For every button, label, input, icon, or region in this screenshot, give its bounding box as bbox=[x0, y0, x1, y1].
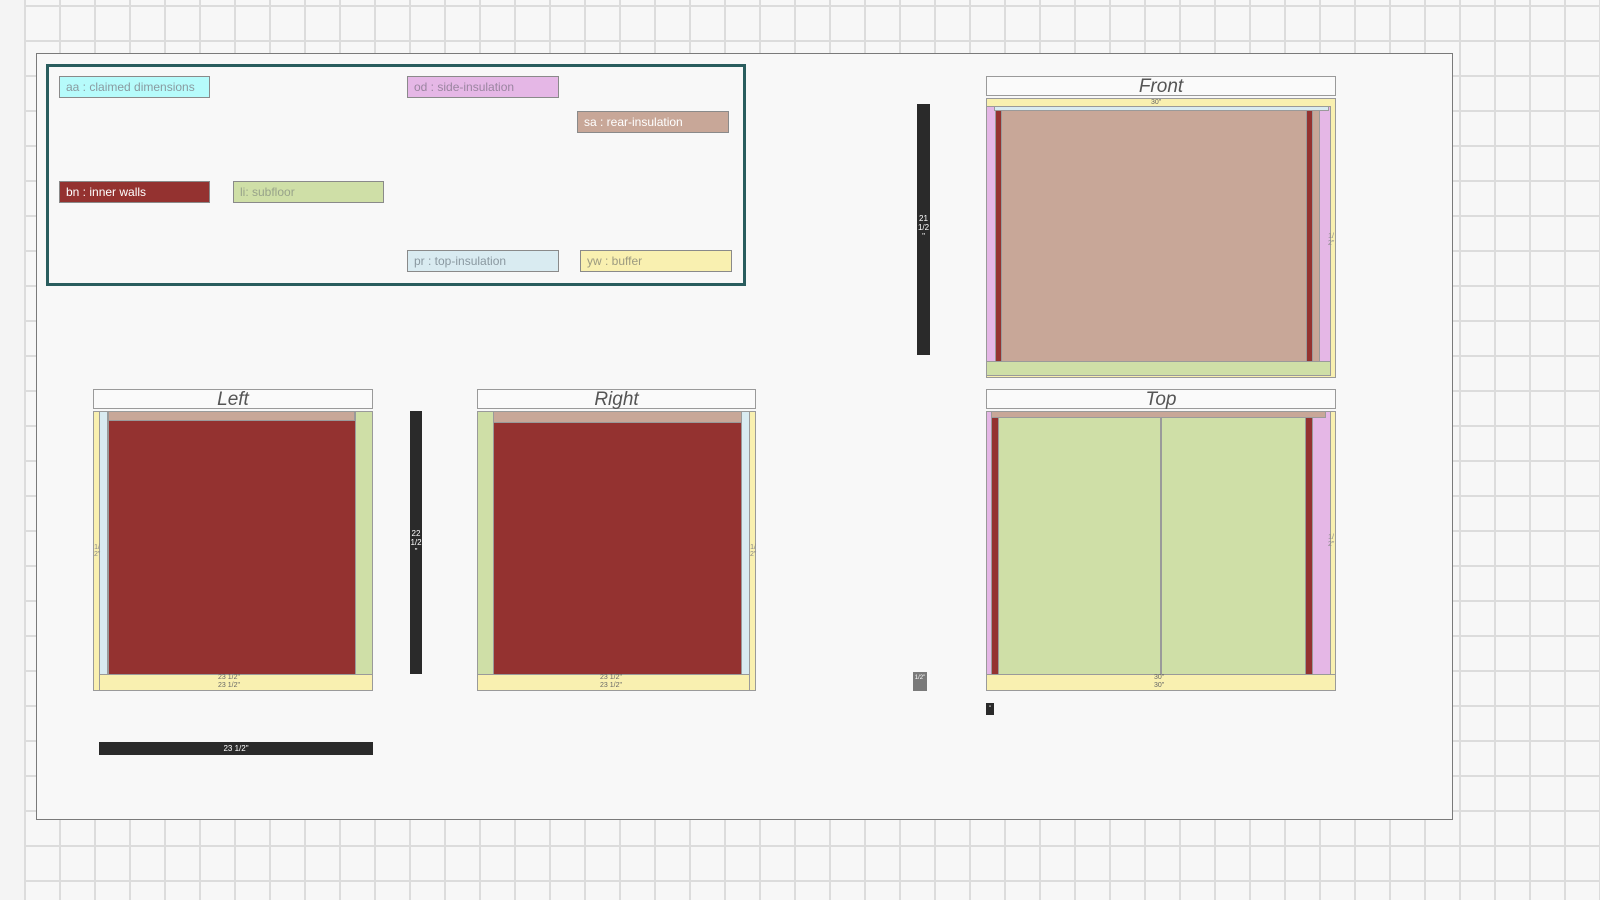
front-height-label: 21 1/2" bbox=[917, 214, 930, 241]
left-view: 23 1/2" 23 1/2" 1/2" bbox=[93, 411, 373, 691]
front-inner-wall-right bbox=[1306, 110, 1313, 362]
tiny-dimension-marker: " bbox=[986, 703, 994, 715]
right-bottom-dim-inner: 23 1/2" bbox=[600, 674, 622, 681]
right-bottom-dim-outer: 23 1/2" bbox=[600, 682, 622, 689]
left-bottom-dim-inner: 23 1/2" bbox=[218, 674, 240, 681]
right-top-insulation bbox=[741, 411, 750, 676]
front-view-title: Front bbox=[986, 76, 1336, 97]
legend-chip-top-insulation: pr : top-insulation bbox=[407, 250, 559, 272]
right-inner-walls bbox=[493, 422, 742, 675]
legend-chip-claimed-dimensions: aa : claimed dimensions bbox=[59, 76, 210, 98]
left-side-dim: 1/2" bbox=[94, 544, 101, 558]
front-subfloor bbox=[986, 361, 1331, 376]
top-subfloor-panel-right bbox=[1161, 417, 1306, 675]
left-height-label: 22 1/2" bbox=[410, 529, 422, 556]
left-width-dimension: 23 1/2" bbox=[99, 742, 373, 755]
top-view: 30" 30" 1/2" bbox=[986, 411, 1336, 691]
top-bottom-dim-outer: 30" bbox=[1154, 682, 1165, 689]
left-bottom-dim-outer: 23 1/2" bbox=[218, 682, 240, 689]
front-rear-insulation bbox=[1000, 110, 1320, 362]
front-view: 30" 1/2" bbox=[986, 98, 1336, 378]
top-inner-wall-left bbox=[991, 417, 999, 675]
legend-chip-subfloor: li: subfloor bbox=[233, 181, 384, 203]
right-view: 23 1/2" 23 1/2" 1/2" bbox=[477, 411, 756, 691]
left-height-dimension: 22 1/2" bbox=[410, 411, 422, 674]
top-view-title: Top bbox=[986, 389, 1336, 410]
left-view-title: Left bbox=[93, 389, 373, 410]
legend-chip-inner-walls: bn : inner walls bbox=[59, 181, 210, 203]
front-top-dim: 30" bbox=[1151, 99, 1162, 106]
legend-chip-buffer: yw : buffer bbox=[580, 250, 732, 272]
legend-chip-side-insulation: od : side-insulation bbox=[407, 76, 559, 98]
right-subfloor bbox=[477, 411, 494, 676]
top-subfloor-panel-left bbox=[998, 417, 1161, 675]
front-inner-wall-left bbox=[995, 110, 1002, 362]
front-height-dimension: 21 1/2" bbox=[917, 104, 930, 355]
top-bottom-dim-inner: 30" bbox=[1154, 674, 1165, 681]
top-side-dim: 1/2" bbox=[1328, 534, 1335, 548]
small-dimension-marker: 1/2" bbox=[913, 672, 927, 691]
right-view-title: Right bbox=[477, 389, 756, 410]
left-subfloor bbox=[355, 411, 373, 676]
left-inner-walls bbox=[108, 420, 356, 675]
front-side-dim: 1/2" bbox=[1328, 233, 1335, 247]
top-inner-wall-right bbox=[1305, 417, 1313, 675]
left-top-insulation bbox=[99, 411, 108, 676]
legend-chip-rear-insulation: sa : rear-insulation bbox=[577, 111, 729, 133]
right-side-dim: 1/2" bbox=[750, 544, 757, 558]
left-width-label: 23 1/2" bbox=[223, 744, 249, 753]
